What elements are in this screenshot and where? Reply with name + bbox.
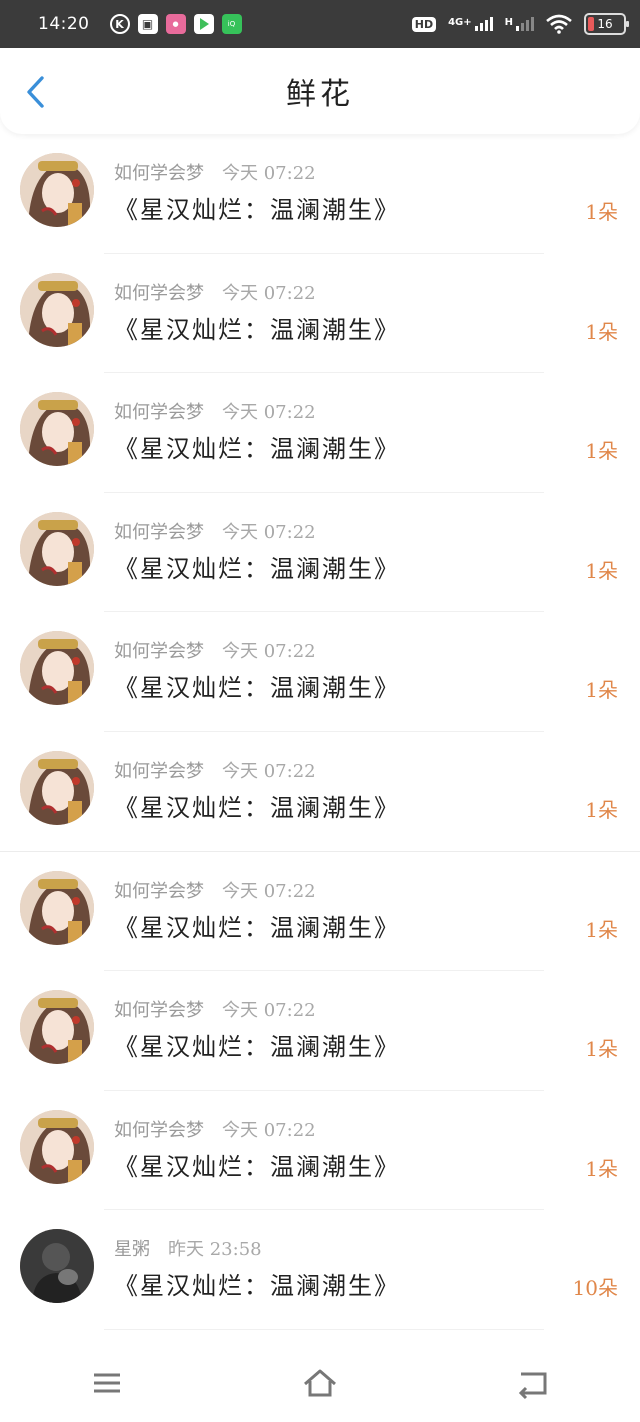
user-name[interactable]: 如何学会梦 [114, 163, 204, 184]
item-title: 《星汉灿烂：温澜潮生》 [114, 1033, 400, 1062]
list-item[interactable]: 如何学会梦 今天 07:22 《星汉灿烂：温澜潮生》 1朵 [0, 134, 640, 254]
item-meta: 如何学会梦 今天 07:22 [114, 159, 316, 185]
item-title: 《星汉灿烂：温澜潮生》 [114, 1272, 400, 1301]
user-name[interactable]: 如何学会梦 [114, 1000, 204, 1021]
list-item[interactable]: 如何学会梦 今天 07:22 《星汉灿烂：温澜潮生》 1朵 [0, 373, 640, 493]
user-name[interactable]: 如何学会梦 [114, 761, 204, 782]
item-time: 今天 07:22 [222, 282, 316, 304]
avatar[interactable] [20, 272, 94, 347]
item-title: 《星汉灿烂：温澜潮生》 [114, 1152, 400, 1181]
avatar[interactable] [20, 153, 94, 227]
avatar[interactable] [20, 631, 94, 706]
wifi-icon [546, 14, 572, 34]
play-app-icon [193, 14, 214, 34]
item-meta: 星粥 昨天 23:58 [114, 1235, 262, 1261]
system-navigation-bar [0, 1344, 640, 1422]
page-header: 鲜花 [0, 48, 640, 134]
battery-icon: 16 [584, 13, 629, 35]
avatar[interactable] [20, 392, 94, 467]
user-name[interactable]: 星粥 [114, 1239, 150, 1260]
status-time: 14:20 [38, 14, 90, 34]
list-item[interactable]: 如何学会梦 今天 07:22 《星汉灿烂：温澜潮生》 1朵 [0, 852, 640, 972]
item-time: 今天 07:22 [222, 641, 316, 663]
flower-count: 10朵 [572, 1276, 618, 1301]
item-meta: 如何学会梦 今天 07:22 [114, 757, 316, 783]
status-indicators: HD 4G+ H 16 [411, 13, 629, 35]
list-item[interactable]: 如何学会梦 今天 07:22 《星汉灿烂：温澜潮生》 1朵 [0, 732, 640, 852]
flower-count: 1朵 [585, 1156, 618, 1181]
list-item[interactable]: 星粥 昨天 23:58 《星汉灿烂：温澜潮生》 10朵 [0, 1210, 640, 1330]
item-time: 今天 07:22 [222, 1000, 316, 1022]
eleme-app-icon: ● [165, 14, 186, 34]
avatar[interactable] [20, 1229, 94, 1304]
user-name[interactable]: 如何学会梦 [114, 881, 204, 902]
flower-count: 1朵 [585, 319, 618, 344]
back-icon[interactable] [513, 1366, 553, 1400]
item-meta: 如何学会梦 今天 07:22 [114, 279, 316, 305]
signal-sim1-icon: 4G+ [448, 17, 493, 31]
item-meta: 如何学会梦 今天 07:22 [114, 637, 316, 663]
avatar[interactable] [20, 511, 94, 586]
item-title: 《星汉灿烂：温澜潮生》 [114, 674, 400, 703]
item-meta: 如何学会梦 今天 07:22 [114, 398, 316, 424]
menu-icon[interactable] [87, 1366, 127, 1400]
list-item[interactable]: 如何学会梦 今天 07:22 《星汉灿烂：温澜潮生》 1朵 [0, 254, 640, 374]
item-time: 今天 07:22 [222, 760, 316, 782]
user-name[interactable]: 如何学会梦 [114, 283, 204, 304]
status-bar: 14:20 K ▣ ● iQ HD 4G+ H 16 [0, 0, 640, 48]
user-name[interactable]: 如何学会梦 [114, 522, 204, 543]
user-name[interactable]: 如何学会梦 [114, 402, 204, 423]
avatar[interactable] [20, 990, 94, 1065]
flower-count: 1朵 [585, 797, 618, 822]
item-time: 今天 07:22 [222, 402, 316, 424]
list-item[interactable]: 如何学会梦 今天 07:22 《星汉灿烂：温澜潮生》 1朵 [0, 1091, 640, 1211]
flower-count: 1朵 [585, 558, 618, 583]
cat-app-icon: ▣ [137, 14, 158, 34]
item-time: 今天 07:22 [222, 521, 316, 543]
item-title: 《星汉灿烂：温澜潮生》 [114, 435, 400, 464]
item-meta: 如何学会梦 今天 07:22 [114, 518, 316, 544]
avatar[interactable] [20, 1109, 94, 1184]
flower-count: 1朵 [585, 439, 618, 464]
item-time: 今天 07:22 [222, 880, 316, 902]
chevron-left-icon[interactable] [22, 74, 52, 110]
battery-level: 16 [597, 17, 613, 31]
item-meta: 如何学会梦 今天 07:22 [114, 1116, 316, 1142]
list-item[interactable]: 如何学会梦 今天 07:22 《星汉灿烂：温澜潮生》 1朵 [0, 493, 640, 613]
flower-gift-list: 如何学会梦 今天 07:22 《星汉灿烂：温澜潮生》 1朵 如何学会梦 今天 07:… [0, 134, 640, 1330]
list-item[interactable]: 如何学会梦 今天 07:22 《星汉灿烂：温澜潮生》 1朵 [0, 971, 640, 1091]
item-meta: 如何学会梦 今天 07:22 [114, 877, 316, 903]
item-time: 昨天 23:58 [168, 1239, 262, 1261]
avatar[interactable] [20, 750, 94, 825]
item-title: 《星汉灿烂：温澜潮生》 [114, 315, 400, 344]
avatar[interactable] [20, 870, 94, 945]
iqiyi-app-icon: iQ [221, 14, 242, 34]
item-title: 《星汉灿烂：温澜潮生》 [114, 793, 400, 822]
flower-count: 1朵 [585, 1037, 618, 1062]
k-app-icon: K [109, 14, 130, 34]
item-title: 《星汉灿烂：温澜潮生》 [114, 196, 400, 224]
item-time: 今天 07:22 [222, 1119, 316, 1141]
signal-sim2-icon: H [505, 17, 534, 31]
item-title: 《星汉灿烂：温澜潮生》 [114, 554, 400, 583]
status-app-icons: K ▣ ● iQ [109, 14, 242, 34]
page-title: 鲜花 [286, 77, 354, 112]
item-meta: 如何学会梦 今天 07:22 [114, 996, 316, 1022]
user-name[interactable]: 如何学会梦 [114, 641, 204, 662]
hd-icon: HD [411, 16, 437, 32]
user-name[interactable]: 如何学会梦 [114, 1120, 204, 1141]
item-time: 今天 07:22 [222, 163, 316, 184]
item-title: 《星汉灿烂：温澜潮生》 [114, 913, 400, 942]
flower-count: 1朵 [585, 917, 618, 942]
list-item[interactable]: 如何学会梦 今天 07:22 《星汉灿烂：温澜潮生》 1朵 [0, 612, 640, 732]
home-icon[interactable] [300, 1366, 340, 1400]
flower-count: 1朵 [585, 678, 618, 703]
flower-count: 1朵 [585, 200, 618, 224]
